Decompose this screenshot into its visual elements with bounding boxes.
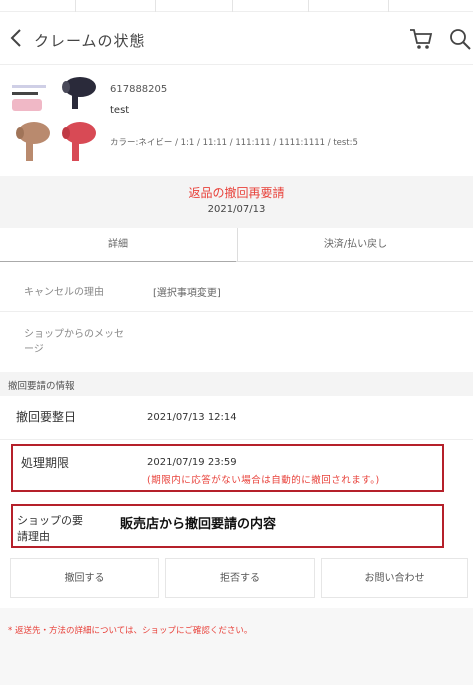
page-title: クレームの状態 bbox=[34, 32, 146, 50]
tab-bar: 詳細 決済/払い戻し bbox=[0, 228, 473, 262]
request-date-value: 2021/07/13 12:14 bbox=[147, 412, 237, 423]
reject-button[interactable]: 拒否する bbox=[165, 558, 315, 598]
product-thumbnail bbox=[12, 77, 96, 161]
top-tab-strip bbox=[0, 0, 473, 12]
search-icon[interactable] bbox=[448, 26, 472, 52]
shop-message-label: ショップからのメッセ bbox=[24, 329, 124, 340]
deadline-label: 処理期限 bbox=[21, 456, 70, 470]
shop-reason-value: 販売店から撤回要請の内容 bbox=[120, 517, 277, 532]
deadline-value: 2021/07/19 23:59 bbox=[147, 457, 237, 468]
status-date: 2021/07/13 bbox=[207, 204, 266, 215]
cancel-reason-value: [選択事項変更] bbox=[153, 288, 221, 299]
deadline-warning: (期限内に応答がない場合は自動的に撤回されます。) bbox=[147, 475, 380, 486]
shop-reason-label-cont: 請理由 bbox=[17, 530, 50, 543]
app-header: クレームの状態 bbox=[0, 12, 473, 64]
back-arrow-icon[interactable] bbox=[6, 24, 28, 52]
status-title: 返品の撤回再要請 bbox=[188, 186, 285, 200]
strip-divider bbox=[75, 0, 76, 12]
withdraw-button[interactable]: 撤回する bbox=[10, 558, 159, 598]
shop-reason-label: ショップの要 bbox=[17, 514, 83, 527]
status-banner: 返品の撤回再要請 2021/07/13 bbox=[0, 176, 473, 228]
footer-note: * 返送先・方法の詳細については、ショップにご確認ください。 bbox=[8, 626, 253, 636]
tab-payment-refund[interactable]: 決済/払い戻し bbox=[237, 228, 473, 262]
strip-divider bbox=[388, 0, 389, 12]
cart-icon[interactable] bbox=[408, 26, 434, 52]
product-id: 617888205 bbox=[110, 84, 168, 95]
product-name: test bbox=[110, 105, 130, 116]
product-card[interactable]: 617888205 test カラー:ネイビー / 1:1 / 11:11 / … bbox=[0, 64, 473, 176]
divider bbox=[0, 311, 473, 312]
shop-message-label-cont: ージ bbox=[24, 344, 44, 355]
tab-details[interactable]: 詳細 bbox=[0, 228, 236, 262]
product-options: カラー:ネイビー / 1:1 / 11:11 / 111:111 / 1111:… bbox=[110, 138, 358, 148]
strip-divider bbox=[308, 0, 309, 12]
withdrawal-info-header: 撤回要請の情報 bbox=[0, 372, 473, 396]
request-date-label: 撤回要整日 bbox=[16, 410, 77, 424]
footer-area bbox=[0, 608, 473, 685]
strip-divider bbox=[232, 0, 233, 12]
contact-button[interactable]: お問い合わせ bbox=[321, 558, 468, 598]
section-title: 撤回要請の情報 bbox=[8, 381, 75, 392]
strip-divider bbox=[155, 0, 156, 12]
divider bbox=[0, 439, 473, 440]
cancel-reason-label: キャンセルの理由 bbox=[24, 287, 104, 298]
